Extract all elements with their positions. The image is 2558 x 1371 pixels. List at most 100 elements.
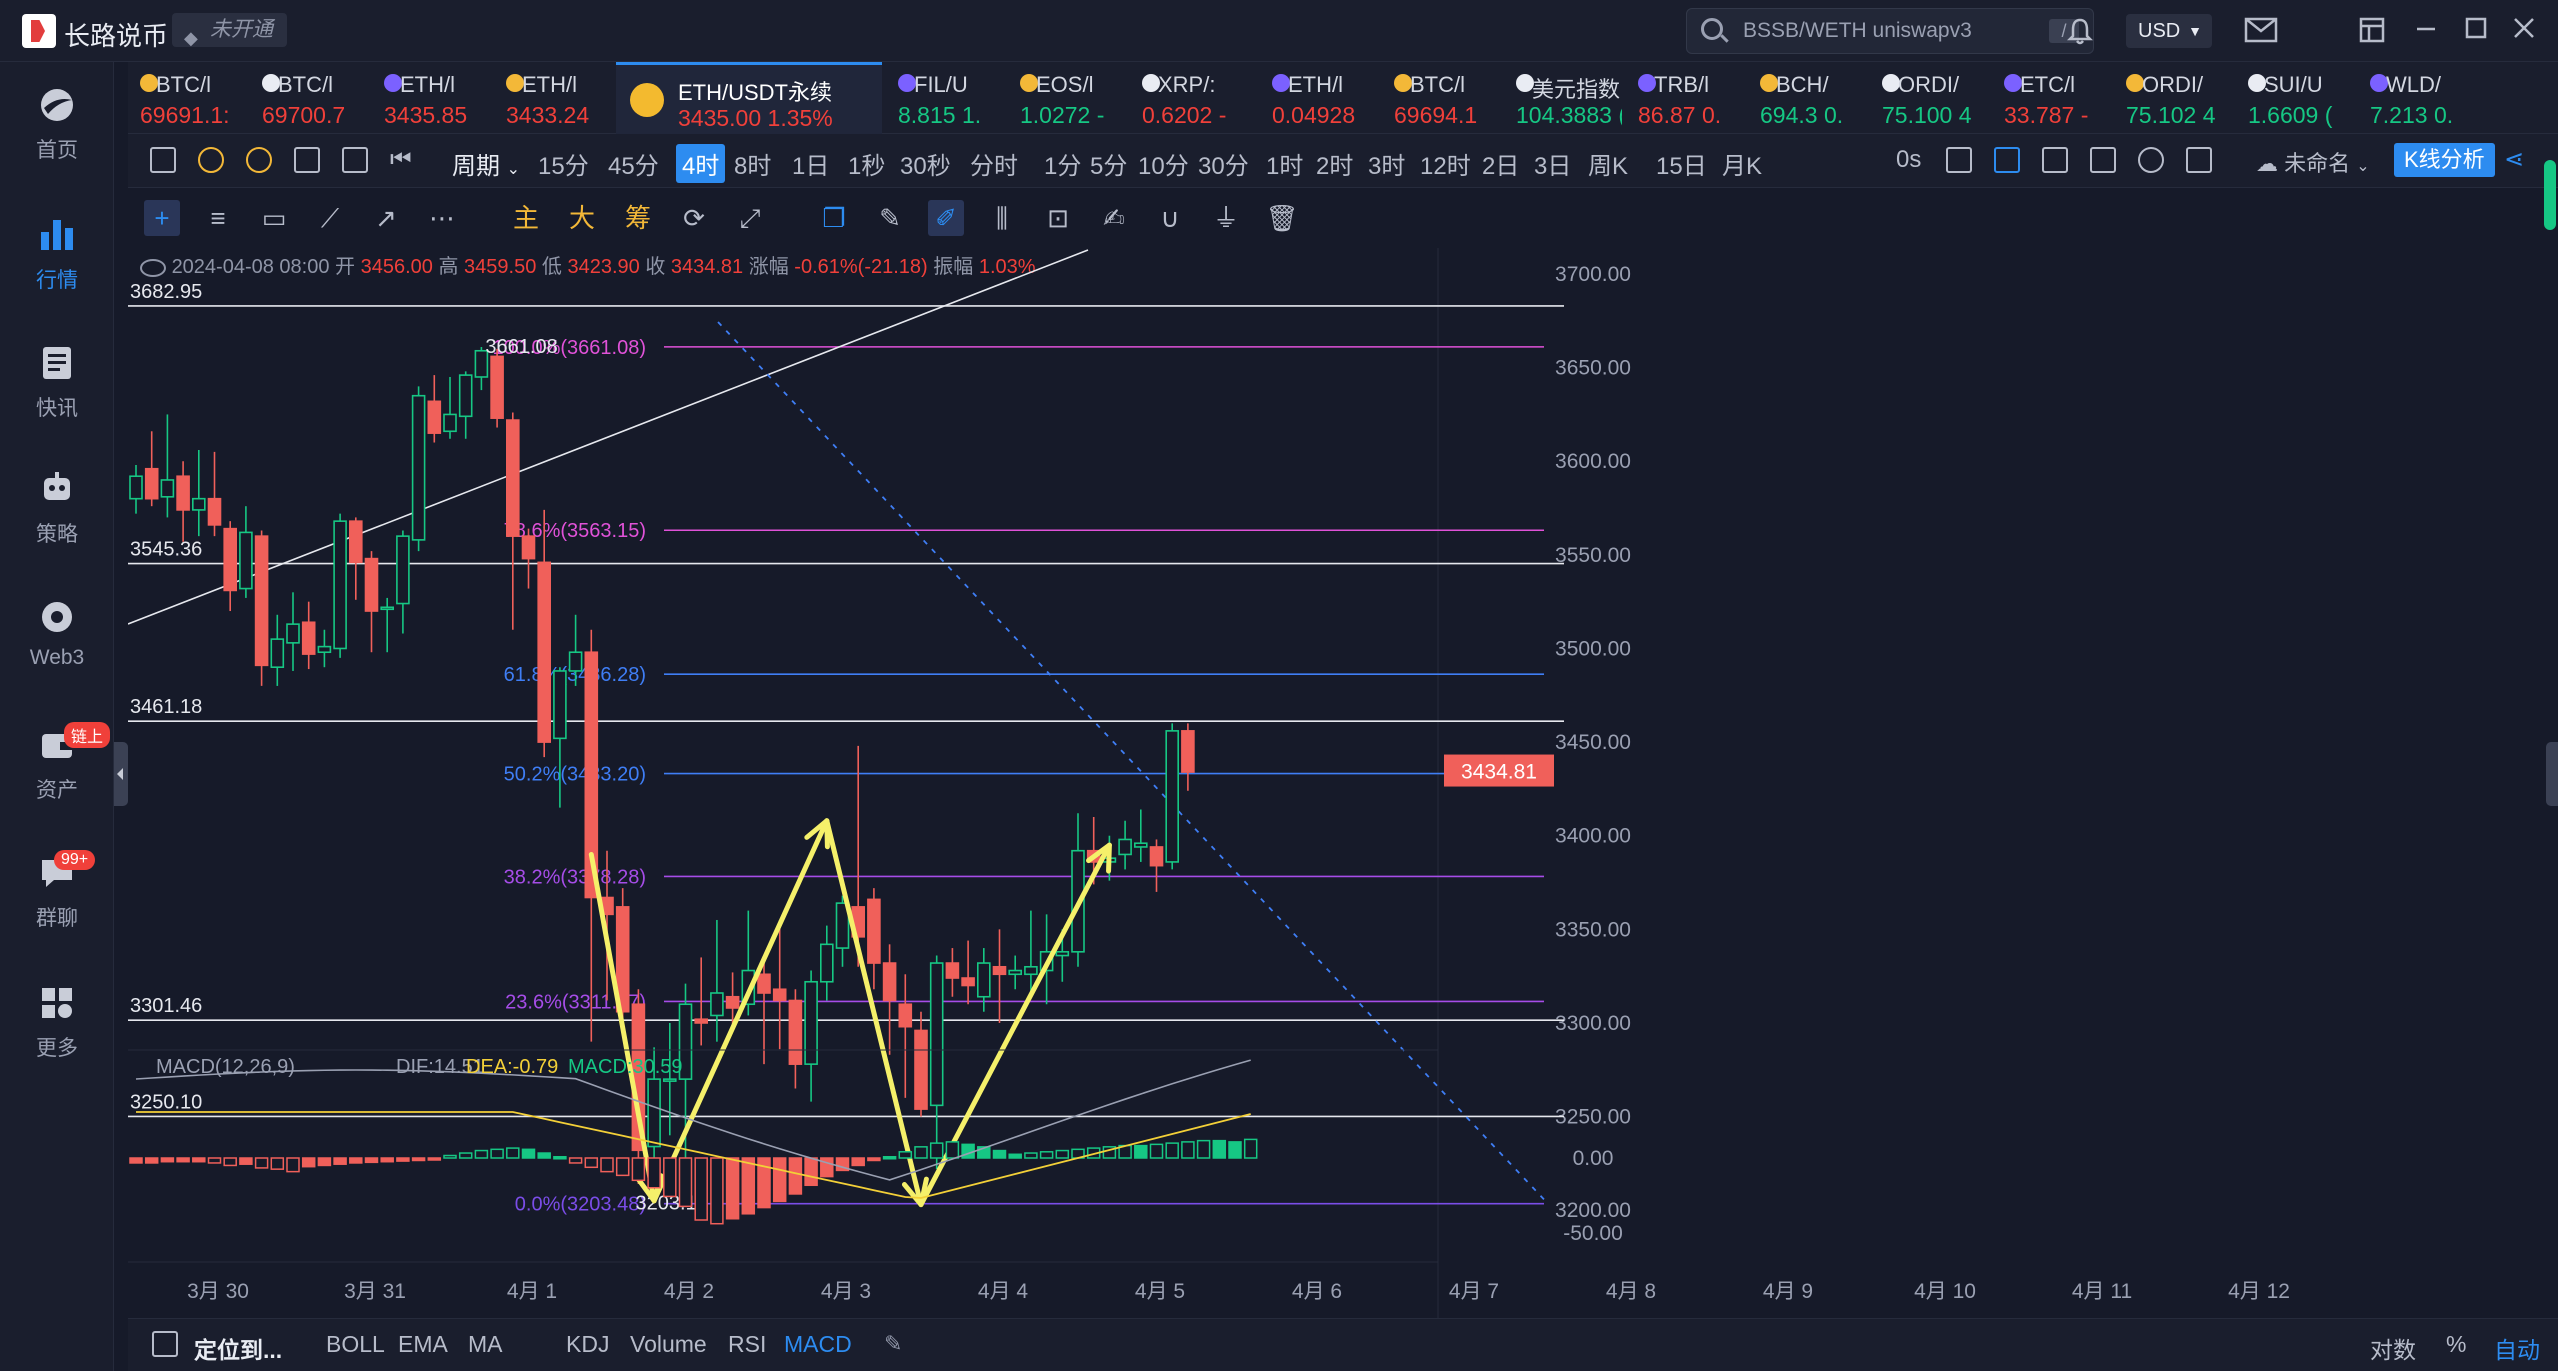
sidebar-item-more[interactable]: 更多 [0, 970, 114, 1080]
minimize-icon[interactable] [2410, 16, 2442, 46]
period-option[interactable]: 8时 [734, 146, 771, 181]
period-option[interactable]: 周K [1588, 146, 1628, 181]
pen-icon[interactable] [1994, 147, 2020, 173]
ticker-tab[interactable]: BTC/l 69694.1 [1382, 62, 1500, 134]
maximize-icon[interactable] [2460, 16, 2492, 46]
period-option[interactable]: 1秒 [848, 146, 885, 181]
highlighter-icon[interactable]: ✐ [928, 200, 964, 236]
ticker-tab[interactable]: XRP/: 0.6202 - [1130, 62, 1256, 134]
period-option[interactable]: 3时 [1368, 146, 1405, 181]
compass-icon[interactable] [198, 147, 224, 173]
period-option[interactable]: 3日 [1534, 146, 1571, 181]
locate-icon[interactable] [152, 1331, 178, 1357]
search-box[interactable]: / [1686, 8, 2094, 54]
kline-analysis-button[interactable]: K线分析 [2394, 143, 2495, 177]
indicator-option[interactable]: BOLL [326, 1331, 385, 1358]
sidebar-item-home[interactable]: 首页 [0, 72, 114, 182]
ticker-tab[interactable]: ETC/l 33.787 - [1992, 62, 2110, 134]
ticker-tab[interactable]: 美元指数 104.3883 ( [1504, 62, 1622, 134]
indicator-option[interactable]: MACD [784, 1331, 852, 1358]
measure-icon[interactable]: ⤢ [732, 200, 768, 236]
account-status-badge[interactable]: ◆ 未开通 [172, 13, 287, 48]
indicator-option[interactable]: MA [468, 1331, 503, 1358]
period-option[interactable]: 30秒 [900, 146, 951, 181]
lock-icon[interactable]: ⊡ [1040, 200, 1076, 236]
period-option[interactable]: 5分 [1090, 146, 1127, 181]
ticker-tab[interactable]: BTC/l 69700.7 [250, 62, 368, 134]
rewind-icon[interactable]: ⏮ [390, 147, 416, 173]
settings-icon[interactable] [2138, 147, 2164, 173]
ruler-icon[interactable]: ✎ [872, 200, 908, 236]
log-scale-toggle[interactable]: 对数 [2370, 1331, 2416, 1365]
period-option[interactable]: 15日 [1656, 146, 1707, 181]
period-option[interactable]: 45分 [608, 146, 659, 181]
sidebar-item-market[interactable]: 行情 [0, 202, 114, 312]
period-option[interactable]: 1分 [1044, 146, 1081, 181]
period-option[interactable]: 15分 [538, 146, 589, 181]
period-option[interactable]: 月K [1722, 146, 1762, 181]
crosshair-icon[interactable]: + [144, 200, 180, 236]
trend-line-icon[interactable]: ⟋ [312, 200, 348, 236]
indicator-option[interactable]: RSI [728, 1331, 766, 1358]
ticker-tab[interactable]: ETH/l 3433.24 [494, 62, 612, 134]
sidebar-item-news[interactable]: 快讯 [0, 330, 114, 440]
locate-button[interactable]: 定位到... [194, 1331, 282, 1365]
chart-type-icon[interactable] [150, 147, 176, 173]
ticker-tab[interactable]: ETH/l 3435.85 [372, 62, 490, 134]
period-option[interactable]: 30分 [1198, 146, 1249, 181]
percent-scale-toggle[interactable]: % [2446, 1331, 2466, 1358]
period-option[interactable]: 12时 [1420, 146, 1471, 181]
indicator-option[interactable]: KDJ [566, 1331, 609, 1358]
flash-icon[interactable] [246, 147, 272, 173]
horizontal-lines-icon[interactable]: ≡ [200, 200, 236, 236]
period-option[interactable]: 1时 [1266, 146, 1303, 181]
right-panel-collapse-handle[interactable] [2546, 742, 2558, 806]
indicator-option[interactable]: Volume [630, 1331, 707, 1358]
edit-indicator-icon[interactable]: ✎ [884, 1331, 902, 1357]
ticker-tab[interactable]: ORDI/75.102 4 [2114, 62, 2232, 134]
scrollbar-thumb[interactable] [2544, 160, 2556, 230]
period-option[interactable]: 10分 [1138, 146, 1189, 181]
image-icon[interactable] [2090, 147, 2116, 173]
fullscreen-icon[interactable] [2186, 147, 2212, 173]
copy-icon[interactable]: ❐ [816, 200, 852, 236]
search-input[interactable] [1743, 9, 2013, 53]
camera-icon[interactable] [1946, 147, 1972, 173]
ticker-tab[interactable]: BCH/694.3 0. [1748, 62, 1866, 134]
filter-icon[interactable]: ⏚ [1208, 200, 1244, 236]
sidebar-collapse-handle[interactable] [114, 742, 128, 806]
ticker-tab[interactable]: ETH/l 0.04928 [1260, 62, 1378, 134]
edit-note-icon[interactable]: ✍ [1096, 200, 1132, 236]
currency-select[interactable]: USD ▼ [2126, 14, 2212, 48]
more-tools-icon[interactable]: ⋯ [424, 200, 460, 236]
sidebar-item-chat[interactable]: 群聊 99+ [0, 840, 114, 950]
big-indicator-button[interactable]: 大 [564, 200, 600, 236]
period-option[interactable]: 2时 [1316, 146, 1353, 181]
sync-icon[interactable]: ⟳ [676, 200, 712, 236]
ticker-tab[interactable]: FIL/U 8.815 1. [886, 62, 1004, 134]
mail-icon[interactable] [2244, 16, 2278, 46]
auto-scale-toggle[interactable]: 自动 [2494, 1331, 2540, 1365]
bell-icon[interactable] [2064, 16, 2096, 46]
chip-indicator-button[interactable]: 筹 [620, 200, 656, 236]
calendar-icon[interactable] [294, 147, 320, 173]
period-option[interactable]: 2日 [1482, 146, 1519, 181]
ticker-tab[interactable]: BTC/l 69691.1: [128, 62, 246, 134]
rectangle-icon[interactable]: ▭ [256, 200, 292, 236]
ticker-tab[interactable]: EOS/l 1.0272 - [1008, 62, 1126, 134]
sidebar-item-assets[interactable]: 资产 链上 [0, 712, 114, 822]
share-icon[interactable]: ⋖ [2504, 147, 2530, 173]
split-view-icon[interactable] [342, 147, 368, 173]
sidebar-item-strategy[interactable]: 策略 [0, 456, 114, 566]
period-option[interactable]: 1日 [792, 146, 829, 181]
layout-toggle-icon[interactable] [2356, 16, 2388, 46]
trash-icon[interactable]: 🗑 [1264, 200, 1300, 236]
ticker-tab[interactable]: SUI/U 1.6609 ( [2236, 62, 2354, 134]
sidebar-item-web3[interactable]: Web3 [0, 584, 114, 694]
ticker-tab[interactable]: ORDI/75.100 4 [1870, 62, 1988, 134]
falling-trend-line[interactable] [717, 321, 1549, 1205]
ray-line-icon[interactable]: ↗ [368, 200, 404, 236]
close-icon[interactable] [2508, 16, 2540, 46]
magnet-icon[interactable]: ∪ [1152, 200, 1188, 236]
price-chart[interactable]: 3700.00 3650.00 3600.00 3550.00 3500.00 3450.… [128, 248, 2558, 1318]
